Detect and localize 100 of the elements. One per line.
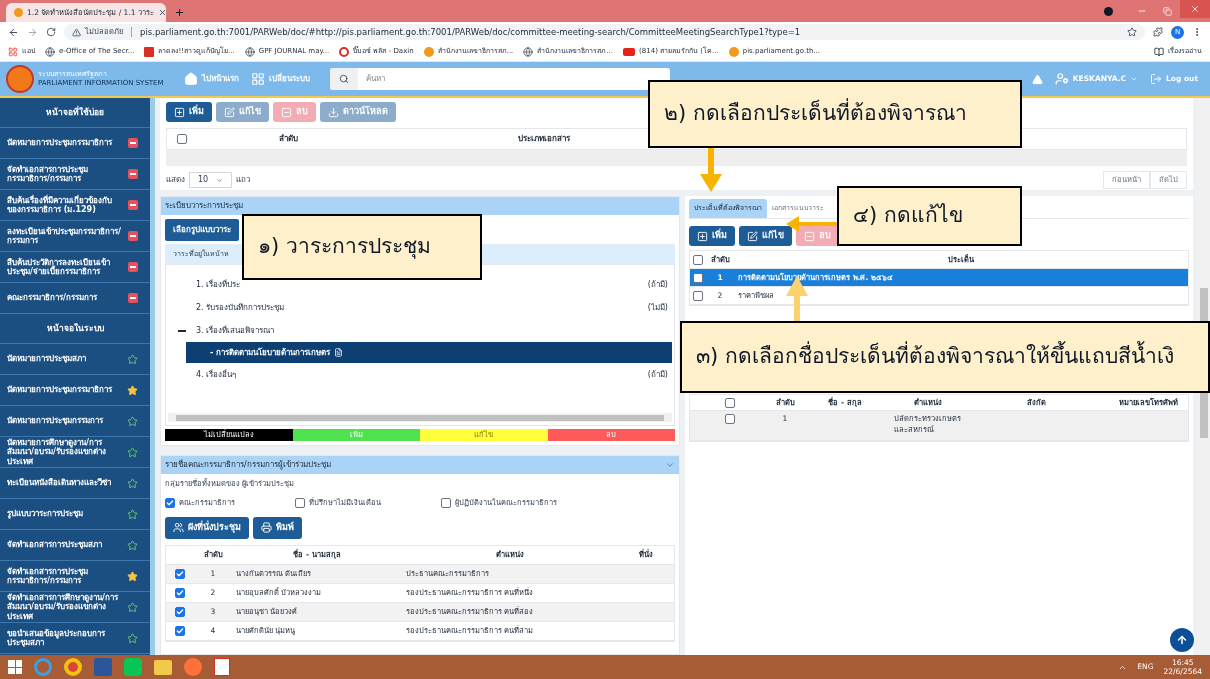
caret-icon <box>1130 75 1138 83</box>
callout-note: ๑) วาระการประชุม <box>242 214 482 280</box>
sidebar-item[interactable]: จัดทำเอกสารการประชุมกรรมาธิการ/กรรมการ <box>7 164 124 184</box>
minus-icon[interactable] <box>128 262 138 272</box>
checkbox[interactable] <box>693 272 703 283</box>
callout-note: ๒) กดเลือกประเด็นที่ต้องพิจารณา <box>648 80 1022 148</box>
back-icon[interactable] <box>8 26 19 38</box>
user-icon <box>1054 72 1069 86</box>
sidebar-item[interactable]: จัดทำเอกสารการประชุมสภา <box>7 540 123 550</box>
add-button[interactable]: เพิ่ม <box>689 226 735 246</box>
sidebar-item[interactable]: นัดหมายการประชุมกรรมาธิการ <box>7 138 124 148</box>
sidebar-item[interactable]: รูปแบบวาระการประชุม <box>7 509 123 519</box>
reading-list-icon <box>1154 46 1164 57</box>
url-text: pis.parliament.go.th:7001/PARWeb/doc/#http://pis.parliament.go.th:7001/PARWeb/doc/committee-meeting-search/CommitteeMeetingSearchType1?type=1 <box>140 25 801 39</box>
callout-note: ๓) กดเลือกชื่อประเด็นที่ต้องพิจารณาให้ขึ้นแถบสีน้ำเงิ <box>680 321 1210 393</box>
apps-grid-icon <box>8 46 18 57</box>
agenda-format-button[interactable]: เลือกรูปแบบวาระ <box>165 219 239 241</box>
star-icon[interactable] <box>127 508 138 520</box>
sidebar-item[interactable]: นัดหมายการประชุมกรรมการ <box>7 416 123 426</box>
agenda-note: (ไม่มี) <box>647 301 668 314</box>
users-icon <box>173 522 184 533</box>
bookmark-star-icon[interactable] <box>1127 27 1137 37</box>
plus-square-icon <box>697 230 708 242</box>
minus-icon[interactable] <box>128 293 138 303</box>
sidebar-item[interactable]: ลงทะเบียนเข้าประชุมกรรมาธิการ/กรรมการ <box>7 226 124 246</box>
page-size-select[interactable]: 10 <box>189 172 233 188</box>
sidebar-item[interactable]: ขอนำเสนอข้อมูลประกอบการประชุมสภา <box>7 628 123 648</box>
site-favicon-icon <box>423 46 434 57</box>
new-tab-icon[interactable] <box>174 7 185 18</box>
show-label: แสดง <box>166 174 185 186</box>
close-icon[interactable] <box>157 8 166 17</box>
star-icon[interactable] <box>127 415 138 427</box>
checkbox[interactable] <box>175 568 185 579</box>
document-icon <box>334 348 344 357</box>
minus-icon[interactable] <box>128 138 138 148</box>
globe-icon <box>523 46 534 57</box>
print-button[interactable]: พิมพ์ <box>253 516 302 539</box>
agenda-note: (ถ้ามี) <box>647 278 668 291</box>
checkbox[interactable] <box>165 497 175 508</box>
agenda-item[interactable]: 4. เรื่องอื่นๆ <box>196 368 237 381</box>
checkbox[interactable] <box>175 625 185 636</box>
column-header: ลำดับ <box>277 133 299 145</box>
rows-label: แถว <box>236 174 251 186</box>
minus-icon[interactable] <box>128 169 138 179</box>
star-icon[interactable] <box>127 601 138 613</box>
callout-arrow <box>786 216 837 232</box>
search-bar[interactable]: ค้นหา <box>329 68 670 90</box>
globe-icon <box>45 46 55 57</box>
agenda-item[interactable]: 2. รับรองบันทึกการประชุม <box>196 301 285 314</box>
agenda-note: (ถ้ามี) <box>647 368 668 381</box>
minus-square-icon <box>804 230 815 242</box>
minus-square-icon <box>281 106 292 118</box>
seating-button[interactable]: ผังที่นั่งประชุม <box>165 516 249 539</box>
agenda-item[interactable]: 1. เรื่องที่ประ <box>196 278 241 291</box>
agenda-subitem[interactable]: - การติดตามนโยบายด้านการเกษตร <box>186 342 672 363</box>
star-icon[interactable] <box>127 353 138 365</box>
sidebar-item[interactable]: คณะกรรมาธิการ/กรรมการ <box>7 293 124 303</box>
checkbox[interactable] <box>725 414 735 424</box>
checkbox[interactable] <box>295 497 305 508</box>
checkbox[interactable] <box>693 254 703 265</box>
sidebar-item[interactable]: นัดหมายการประชุมสภา <box>7 354 123 364</box>
globe-icon <box>244 46 255 57</box>
star-icon[interactable] <box>127 384 138 396</box>
extensions-icon[interactable] <box>1153 27 1163 37</box>
windows-start-icon[interactable] <box>8 660 22 674</box>
close-icon <box>1190 4 1200 14</box>
agenda-item[interactable]: 3. เรื่องที่เสนอพิจารณา <box>196 324 275 337</box>
close-window-button[interactable] <box>1180 0 1210 18</box>
checkbox[interactable] <box>693 290 703 301</box>
checkbox[interactable] <box>175 587 185 598</box>
site-favicon-icon <box>728 46 739 57</box>
checkbox[interactable] <box>725 397 735 408</box>
sidebar-item[interactable]: สืบค้นเรื่องที่มีความเกี่ยวข้องกับของกรรมาธิการ (ม.129) <box>7 195 124 215</box>
folder-icon[interactable] <box>154 659 172 675</box>
pen-square-icon <box>224 106 235 118</box>
minus-icon[interactable] <box>128 231 138 241</box>
logout-icon <box>1150 73 1162 85</box>
ring-logo-icon <box>339 46 350 57</box>
add-button[interactable]: เพิ่ม <box>166 102 212 122</box>
pen-square-icon <box>747 230 758 242</box>
sidebar-item[interactable]: จัดทำเอกสารการประชุมกรรมาธิการ/กรรมการ <box>7 566 123 586</box>
pdf-app-icon[interactable] <box>214 658 230 676</box>
star-icon[interactable] <box>127 632 138 644</box>
sidebar-item[interactable]: นัดหมายการประชุมกรรมาธิการ <box>7 385 123 395</box>
star-icon[interactable] <box>127 446 138 458</box>
minus-icon[interactable] <box>128 200 138 210</box>
edit-button[interactable]: แก้ไข <box>739 226 792 246</box>
star-icon[interactable] <box>127 539 138 551</box>
checkbox[interactable] <box>175 606 185 617</box>
reload-icon[interactable] <box>46 27 56 37</box>
sidebar-item[interactable]: ทะเบียนหนังสือเดินทางและวีซ่า <box>7 478 123 488</box>
sidebar-heading: หน้าจอที่ใช้บ่อย <box>46 106 104 119</box>
horizontal-scrollbar[interactable] <box>168 413 672 422</box>
checkbox[interactable] <box>441 497 451 508</box>
star-icon[interactable] <box>127 570 138 582</box>
star-icon[interactable] <box>127 477 138 489</box>
sidebar-heading: หน้าจอในระบบ <box>46 322 104 335</box>
checkbox[interactable] <box>177 134 187 144</box>
site-favicon-icon <box>14 8 23 17</box>
grid-icon <box>250 72 265 86</box>
